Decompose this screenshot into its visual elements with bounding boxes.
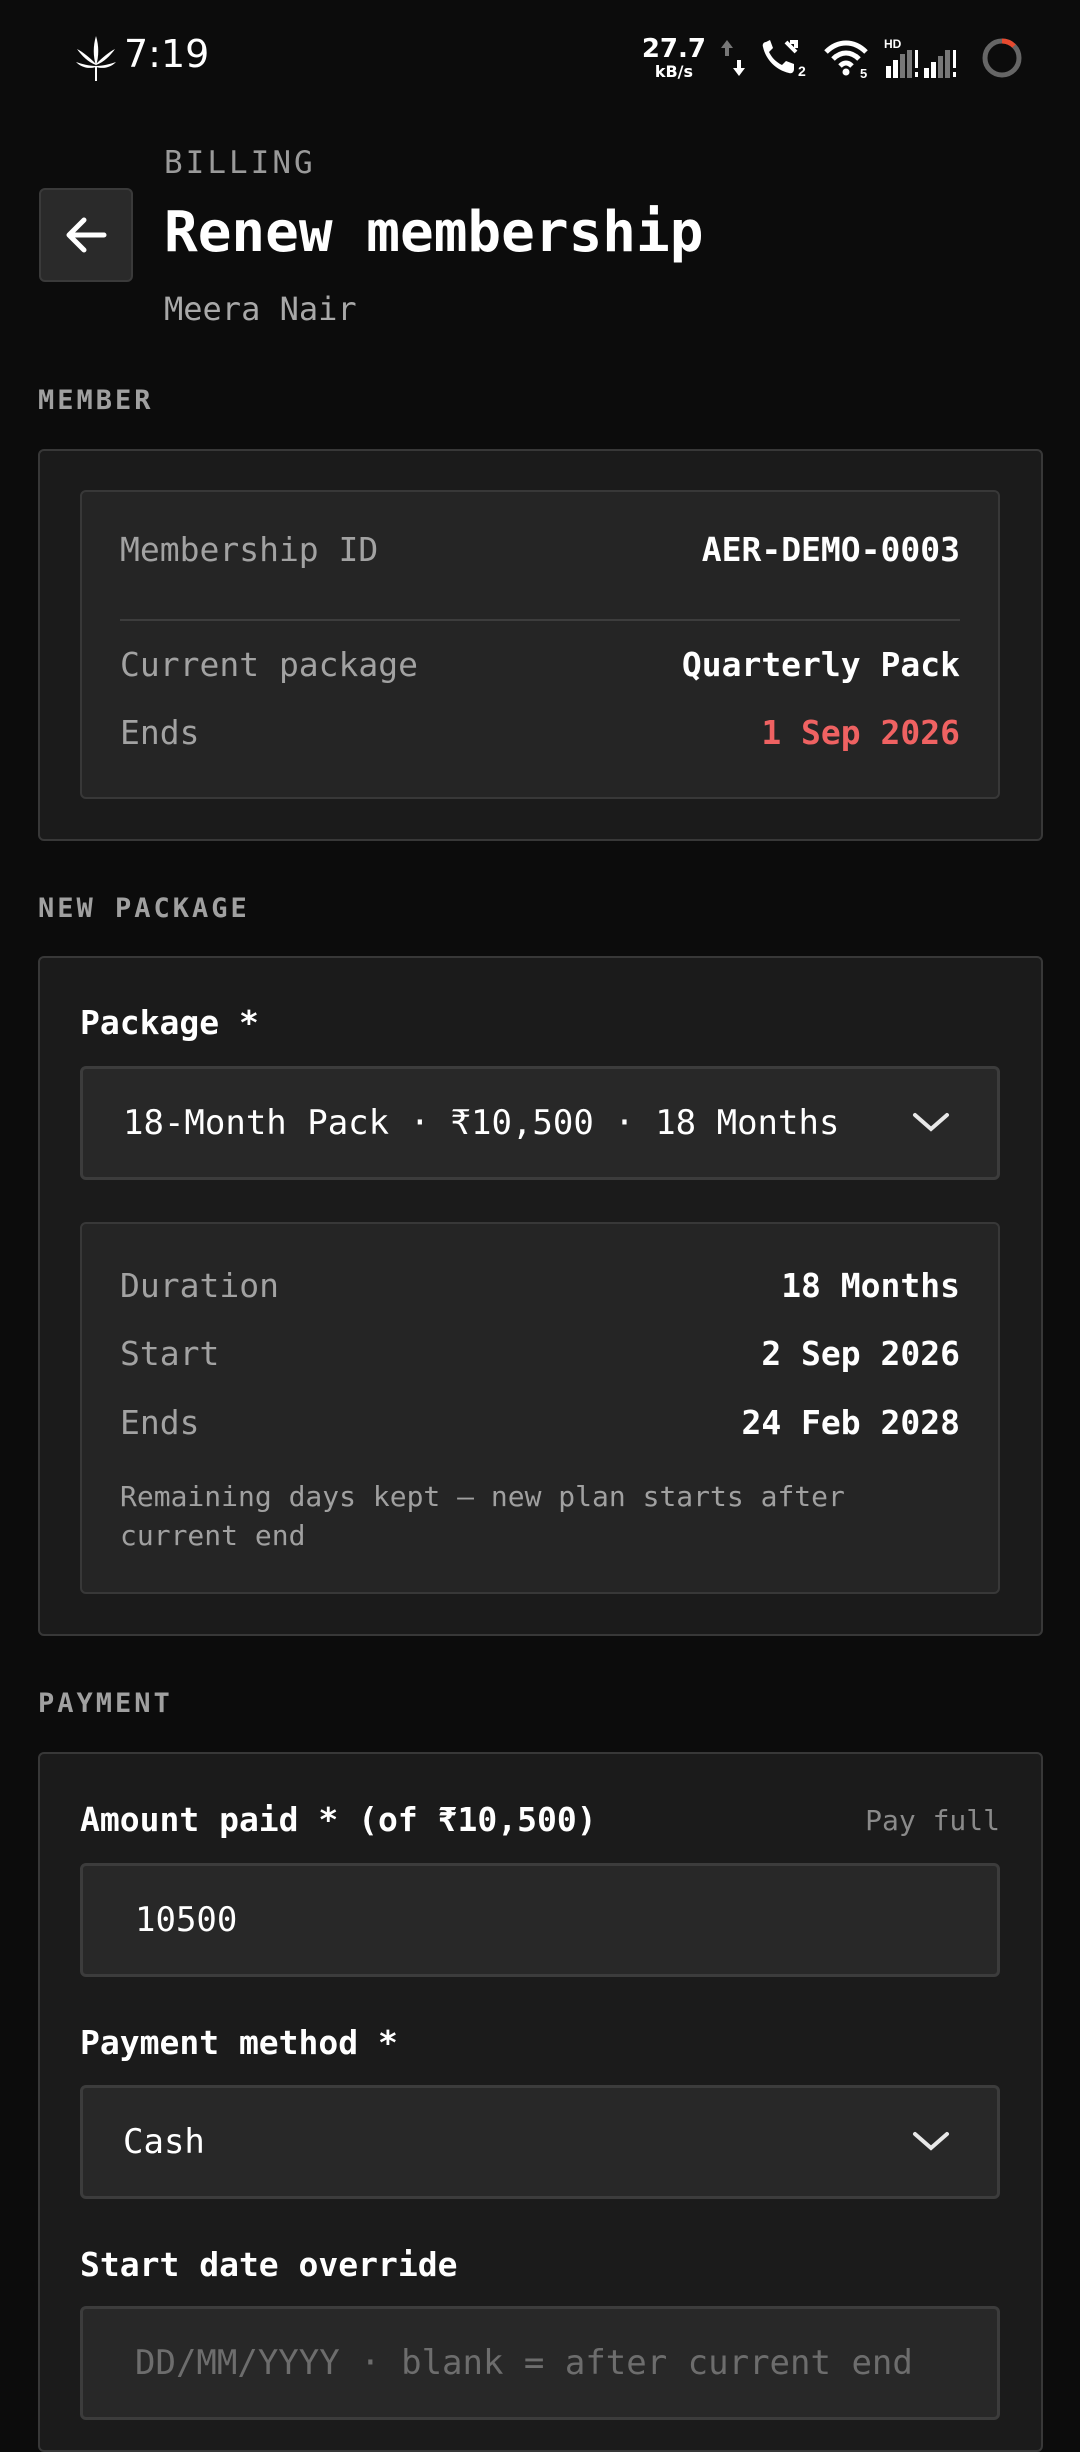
start-override-input[interactable]: DD/MM/YYYY · blank = after current end [80, 2306, 1000, 2420]
svg-text:5: 5 [860, 66, 867, 78]
data-arrows-icon [721, 40, 745, 76]
section-label-payment: PAYMENT [38, 1688, 173, 1719]
network-speed: 27.7 kB/s [642, 36, 706, 80]
package-select-value: 18-Month Pack · ₹10,500 · 18 Months [123, 1103, 840, 1143]
package-field-label: Package * [80, 1003, 259, 1042]
renewal-note: Remaining days kept — new plan starts af… [120, 1480, 845, 1552]
network-speed-unit: kB/s [654, 62, 694, 81]
start-override-placeholder: DD/MM/YYYY · blank = after current end [135, 2343, 913, 2383]
back-button[interactable] [39, 188, 133, 282]
section-label-member: MEMBER [38, 385, 154, 416]
new-ends-value: 24 Feb 2028 [741, 1403, 960, 1442]
cannabis-leaf-icon [76, 36, 116, 81]
clock: 7:19 [124, 32, 210, 76]
chevron-down-icon [913, 1113, 949, 1132]
current-ends-row: Ends 1 Sep 2026 [120, 713, 960, 752]
current-package-row: Current package Quarterly Pack [120, 645, 960, 684]
membership-id-value: AER-DEMO-0003 [701, 530, 960, 569]
new-ends-label: Ends [120, 1403, 200, 1442]
page-title: Renew membership [164, 200, 704, 265]
wifi-call-icon: 2 [762, 40, 806, 78]
signal-icon: HD [884, 37, 956, 78]
start-row: Start 2 Sep 2026 [120, 1334, 960, 1373]
member-name: Meera Nair [164, 290, 357, 328]
payment-method-select[interactable]: Cash [80, 2085, 1000, 2199]
payment-method-label: Payment method * [80, 2023, 398, 2062]
current-ends-value: 1 Sep 2026 [761, 713, 960, 752]
amount-field-label: Amount paid * (of ₹10,500) [80, 1800, 597, 1839]
payment-method-value: Cash [123, 2122, 205, 2162]
pay-full-link[interactable]: Pay full [865, 1804, 1000, 1837]
current-package-label: Current package [120, 645, 419, 684]
divider [120, 619, 960, 621]
duration-value: 18 Months [781, 1266, 960, 1305]
membership-id-label: Membership ID [120, 530, 379, 569]
battery-ring-icon [982, 38, 1022, 78]
page-eyebrow: BILLING [164, 145, 316, 181]
svg-text:HD: HD [884, 37, 902, 51]
start-label: Start [120, 1334, 220, 1373]
package-select[interactable]: 18-Month Pack · ₹10,500 · 18 Months [80, 1066, 1000, 1180]
status-bar: 7:19 27.7 kB/s 2 5 HD [0, 0, 1080, 115]
wifi-icon: 5 [824, 40, 868, 78]
start-value: 2 Sep 2026 [761, 1334, 960, 1373]
amount-input[interactable]: 10500 [80, 1863, 1000, 1977]
svg-text:2: 2 [798, 63, 806, 78]
chevron-down-icon [913, 2132, 949, 2151]
duration-row: Duration 18 Months [120, 1266, 960, 1305]
section-label-new-package: NEW PACKAGE [38, 893, 250, 924]
current-package-value: Quarterly Pack [681, 645, 960, 684]
duration-label: Duration [120, 1266, 279, 1305]
membership-id-row: Membership ID AER-DEMO-0003 [120, 530, 960, 569]
start-override-label: Start date override [80, 2245, 458, 2284]
network-speed-value: 27.7 [641, 34, 706, 64]
arrow-left-icon [66, 217, 107, 253]
amount-input-value: 10500 [135, 1900, 238, 1940]
current-ends-label: Ends [120, 713, 200, 752]
new-ends-row: Ends 24 Feb 2028 [120, 1403, 960, 1442]
